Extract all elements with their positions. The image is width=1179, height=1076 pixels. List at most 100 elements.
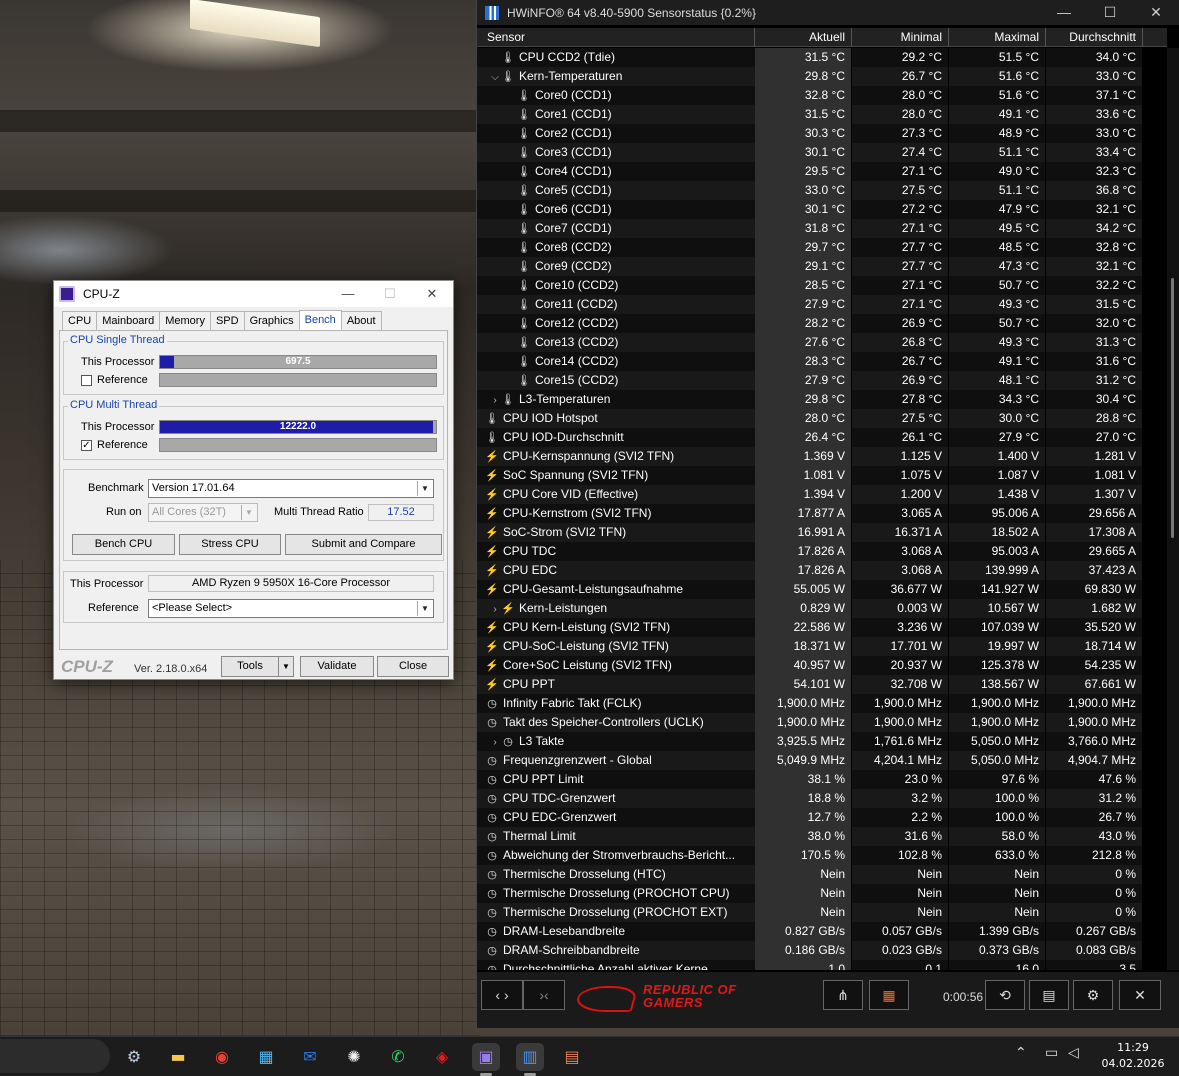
table-row[interactable]: 🌡 CPU IOD Hotspot 28.0 °C 27.5 °C 30.0 °C 28.… bbox=[477, 409, 1167, 428]
table-row[interactable]: ◷ DRAM-Lesebandbreite 0.827 GB/s 0.057 GB/s… bbox=[477, 922, 1167, 941]
close-window-button[interactable]: ✕ bbox=[1133, 4, 1179, 21]
report-icon[interactable]: ▤ bbox=[1029, 980, 1069, 1010]
multi-reference-checkbox[interactable]: ✓ bbox=[81, 440, 92, 451]
tab-about[interactable]: About bbox=[340, 311, 382, 331]
tools-button[interactable]: Tools bbox=[221, 656, 279, 677]
scrollbar-thumb[interactable] bbox=[1171, 278, 1174, 538]
navigate-prev-next-button[interactable]: ‹ › bbox=[481, 980, 523, 1010]
file-explorer-icon[interactable]: ▬ bbox=[164, 1043, 192, 1071]
minimize-button[interactable]: — bbox=[327, 286, 369, 302]
table-row[interactable]: ⚡ CPU Core VID (Effective) 1.394 V 1.200 V1… bbox=[477, 485, 1167, 504]
tools-dropdown-button[interactable]: ▼ bbox=[278, 656, 294, 677]
table-row[interactable]: 🌡 Core5 (CCD1) 33.0 °C 27.5 °C 51.1 °C 36.8 °… bbox=[477, 181, 1167, 200]
armoury-crate-icon[interactable]: ◈ bbox=[428, 1043, 456, 1071]
column-current[interactable]: Aktuell bbox=[755, 28, 852, 47]
table-row[interactable]: ◷ DRAM-Schreibbandbreite 0.186 GB/s 0.023 G… bbox=[477, 941, 1167, 960]
tab-mainboard[interactable]: Mainboard bbox=[96, 311, 161, 331]
column-minimum[interactable]: Minimal bbox=[852, 28, 949, 47]
settings-icon[interactable]: ⚙ bbox=[1073, 980, 1113, 1010]
maximize-button[interactable]: ☐ bbox=[369, 286, 411, 302]
table-row[interactable]: ⚡ CPU-SoC-Leistung (SVI2 TFN) 18.371 W 17.7… bbox=[477, 637, 1167, 656]
hwinfo-titlebar[interactable]: HWiNFO® 64 v8.40-5900 Sensorstatus {0.2%… bbox=[477, 0, 1179, 25]
table-row[interactable]: 🌡 Core3 (CCD1) 30.1 °C 27.4 °C 51.1 °C 33.4 °… bbox=[477, 143, 1167, 162]
table-row[interactable]: ◷ Infinity Fabric Takt (FCLK) 1,900.0 MHz 1… bbox=[477, 694, 1167, 713]
table-row[interactable]: › ◷ L3 Takte 3,925.5 MHz 1,761.6 MHz 5,050.0 … bbox=[477, 732, 1167, 751]
cpu-monitor-icon[interactable]: ▦ bbox=[869, 980, 909, 1010]
settings-gear-icon[interactable]: ⚙ bbox=[120, 1043, 148, 1071]
reference-select[interactable]: <Please Select> ▼ bbox=[148, 599, 434, 618]
table-row[interactable]: 🌡 Core2 (CCD1) 30.3 °C 27.3 °C 48.9 °C 33.0 °… bbox=[477, 124, 1167, 143]
chevron-right-icon[interactable]: › bbox=[489, 733, 501, 751]
table-row[interactable]: ⚡ CPU TDC 17.826 A 3.068 A 95.003 A 29.665 A bbox=[477, 542, 1167, 561]
collapse-button[interactable]: ›‹ bbox=[523, 980, 565, 1010]
table-row[interactable]: 🌡 Core15 (CCD2) 27.9 °C 26.9 °C 48.1 °C 31.2 … bbox=[477, 371, 1167, 390]
volume-icon[interactable]: ◁ bbox=[1068, 1045, 1079, 1061]
table-row[interactable]: 🌡 Core11 (CCD2) 27.9 °C 27.1 °C 49.3 °C 31.5 … bbox=[477, 295, 1167, 314]
column-sensor[interactable]: Sensor bbox=[477, 28, 755, 47]
bench-cpu-button[interactable]: Bench CPU bbox=[72, 534, 175, 555]
stress-cpu-button[interactable]: Stress CPU bbox=[179, 534, 281, 555]
maximize-button[interactable]: ☐ bbox=[1087, 4, 1133, 21]
chevron-down-icon[interactable]: ⌵ bbox=[489, 68, 501, 86]
column-maximum[interactable]: Maximal bbox=[949, 28, 1046, 47]
table-row[interactable]: 🌡 CPU CCD2 (Tdie) 31.5 °C 29.2 °C 51.5 °C 34.… bbox=[477, 48, 1167, 67]
table-row[interactable]: ◷ Takt des Speicher-Controllers (UCLK) 1,9… bbox=[477, 713, 1167, 732]
hwinfo-taskbar-icon[interactable]: ▥ bbox=[516, 1043, 544, 1071]
cpuz-titlebar[interactable]: CPU-Z — ☐ ✕ bbox=[54, 281, 453, 307]
store-icon[interactable]: ▦ bbox=[252, 1043, 280, 1071]
table-row[interactable]: 🌡 Core1 (CCD1) 31.5 °C 28.0 °C 49.1 °C 33.6 °… bbox=[477, 105, 1167, 124]
table-row[interactable]: 🌡 Core14 (CCD2) 28.3 °C 26.7 °C 49.1 °C 31.6 … bbox=[477, 352, 1167, 371]
system-clock[interactable]: 11:29 04.02.2026 bbox=[1098, 1040, 1168, 1072]
table-row[interactable]: ◷ Abweichung der Stromverbrauchs-Bericht.… bbox=[477, 846, 1167, 865]
close-button[interactable]: Close bbox=[377, 656, 449, 677]
table-row[interactable]: 🌡 Core8 (CCD2) 29.7 °C 27.7 °C 48.5 °C 32.8 °… bbox=[477, 238, 1167, 257]
chrome-icon[interactable]: ◉ bbox=[208, 1043, 236, 1071]
table-row[interactable]: ◷ Thermische Drosselung (PROCHOT CPU) Nein… bbox=[477, 884, 1167, 903]
reset-icon[interactable]: ⟲ bbox=[985, 980, 1025, 1010]
tab-memory[interactable]: Memory bbox=[159, 311, 211, 331]
close-window-button[interactable]: ✕ bbox=[411, 286, 453, 302]
table-row[interactable]: 🌡 Core7 (CCD1) 31.8 °C 27.1 °C 49.5 °C 34.2 °… bbox=[477, 219, 1167, 238]
table-row[interactable]: ⚡ Core+SoC Leistung (SVI2 TFN) 40.957 W 20.… bbox=[477, 656, 1167, 675]
benchmark-version-select[interactable]: Version 17.01.64 ▼ bbox=[148, 479, 434, 498]
table-row[interactable]: 🌡 Core12 (CCD2) 28.2 °C 26.9 °C 50.7 °C 32.0 … bbox=[477, 314, 1167, 333]
table-row[interactable]: ◷ Thermische Drosselung (HTC) Nein Nein Nein… bbox=[477, 865, 1167, 884]
table-row[interactable]: ⌵ 🌡 Kern-Temperaturen 29.8 °C 26.7 °C 51.6 °C… bbox=[477, 67, 1167, 86]
table-row[interactable]: 🌡 Core4 (CCD1) 29.5 °C 27.1 °C 49.0 °C 32.3 °… bbox=[477, 162, 1167, 181]
table-row[interactable]: ◷ Thermal Limit 38.0 % 31.6 % 58.0 % 43.0 % bbox=[477, 827, 1167, 846]
table-row[interactable]: ⚡ SoC Spannung (SVI2 TFN) 1.081 V 1.075 V 1.… bbox=[477, 466, 1167, 485]
table-row[interactable]: ⚡ CPU Kern-Leistung (SVI2 TFN) 22.586 W 3.2… bbox=[477, 618, 1167, 637]
table-row[interactable]: › 🌡 L3-Temperaturen 29.8 °C 27.8 °C 34.3 °C 30… bbox=[477, 390, 1167, 409]
tool-icon[interactable]: ▤ bbox=[558, 1043, 586, 1071]
table-row[interactable]: ⚡ CPU-Gesamt-Leistungsaufnahme 55.005 W 36.… bbox=[477, 580, 1167, 599]
tab-spd[interactable]: SPD bbox=[209, 311, 245, 331]
tab-bench[interactable]: Bench bbox=[298, 310, 342, 330]
table-row[interactable]: ◷ CPU PPT Limit 38.1 % 23.0 % 97.6 % 47.6 % bbox=[477, 770, 1167, 789]
table-row[interactable]: › ⚡ Kern-Leistungen 0.829 W 0.003 W 10.567 W1… bbox=[477, 599, 1167, 618]
table-row[interactable]: ◷ Frequenzgrenzwert - Global 5,049.9 MHz 4,… bbox=[477, 751, 1167, 770]
table-row[interactable]: ◷ CPU TDC-Grenzwert 18.8 % 3.2 % 100.0 % 31.2… bbox=[477, 789, 1167, 808]
network-icon[interactable]: ⋔ bbox=[823, 980, 863, 1010]
column-average[interactable]: Durchschnitt bbox=[1046, 28, 1143, 47]
close-icon[interactable]: ✕ bbox=[1119, 980, 1161, 1010]
validate-button[interactable]: Validate bbox=[300, 656, 374, 677]
cpuz-taskbar-icon[interactable]: ▣ bbox=[472, 1043, 500, 1071]
outlook-icon[interactable]: ✉ bbox=[296, 1043, 324, 1071]
minimize-button[interactable]: — bbox=[1041, 4, 1087, 21]
table-row[interactable]: ⚡ CPU PPT 54.101 W 32.708 W 138.567 W 67.661 … bbox=[477, 675, 1167, 694]
table-row[interactable]: 🌡 Core13 (CCD2) 27.6 °C 26.8 °C 49.3 °C 31.3 … bbox=[477, 333, 1167, 352]
submit-compare-button[interactable]: Submit and Compare bbox=[285, 534, 442, 555]
table-row[interactable]: 🌡 Core0 (CCD1) 32.8 °C 28.0 °C 51.6 °C 37.1 °… bbox=[477, 86, 1167, 105]
table-row[interactable]: 🌡 Core6 (CCD1) 30.1 °C 27.2 °C 47.9 °C 32.1 °… bbox=[477, 200, 1167, 219]
table-row[interactable]: 🌡 Core9 (CCD2) 29.1 °C 27.7 °C 47.3 °C 32.1 °… bbox=[477, 257, 1167, 276]
chatgpt-icon[interactable]: ✺ bbox=[340, 1043, 368, 1071]
table-row[interactable]: ⚡ CPU-Kernspannung (SVI2 TFN) 1.369 V 1.125… bbox=[477, 447, 1167, 466]
chevron-right-icon[interactable]: › bbox=[489, 600, 501, 618]
table-row[interactable]: 🌡 Core10 (CCD2) 28.5 °C 27.1 °C 50.7 °C 32.2 … bbox=[477, 276, 1167, 295]
table-row[interactable]: ⚡ CPU-Kernstrom (SVI2 TFN) 17.877 A 3.065 A… bbox=[477, 504, 1167, 523]
whatsapp-icon[interactable]: ✆ bbox=[384, 1043, 412, 1071]
run-on-select[interactable]: All Cores (32T) ▼ bbox=[148, 503, 258, 522]
chevron-up-icon[interactable]: ⌃ bbox=[1015, 1045, 1027, 1061]
tab-cpu[interactable]: CPU bbox=[62, 311, 98, 331]
table-row[interactable]: ◷ CPU EDC-Grenzwert 12.7 % 2.2 % 100.0 % 26.7… bbox=[477, 808, 1167, 827]
